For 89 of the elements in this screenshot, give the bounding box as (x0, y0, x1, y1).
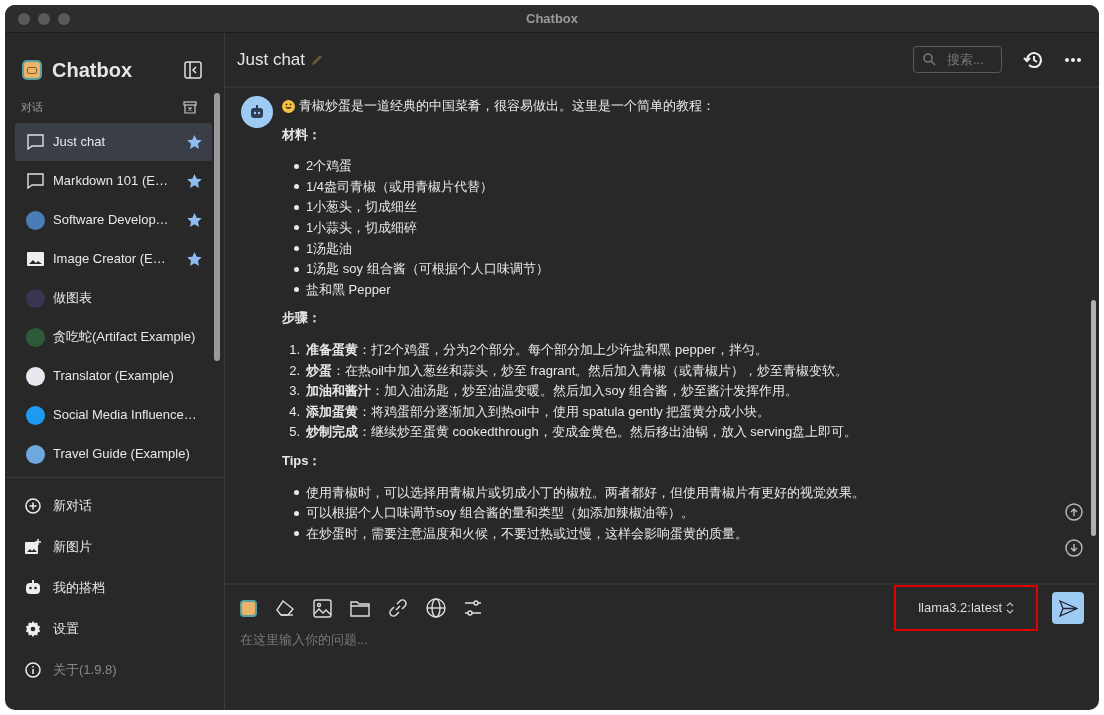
list-number: 1. (288, 340, 301, 359)
chat-bubble-icon (26, 173, 44, 189)
menu-item[interactable]: 新图片 (5, 526, 224, 567)
sidebar-scrollbar[interactable] (214, 93, 220, 361)
bullet-icon (294, 225, 299, 231)
conversation-item[interactable]: Translator (Example) (15, 357, 212, 395)
list-item-text: 1小葱头，切成细丝 (306, 198, 418, 217)
list-item-text: 炒蛋：在热oil中加入葱丝和蒜头，炒至 fragrant。然后加入青椒（或青椒片），炒至青椒变软。 (306, 361, 849, 380)
bullet-icon (294, 531, 299, 537)
smiley-icon (282, 99, 295, 113)
star-icon[interactable] (187, 213, 202, 227)
link-icon[interactable] (388, 598, 408, 618)
conversation-item[interactable]: Just chat (15, 123, 212, 161)
list-item-text: 2个鸡蛋 (306, 157, 353, 176)
bullet-icon (294, 490, 299, 495)
list-item-text: 可以根据个人口味调节soy 组合酱的量和类型（如添加辣椒油等）。 (306, 504, 694, 523)
list-item-text: 在炒蛋时，需要注意温度和火候，不要过热或过慢，这样会影响蛋黄的质量。 (306, 524, 748, 543)
history-icon[interactable] (1023, 50, 1043, 69)
star-icon[interactable] (187, 135, 202, 149)
section-heading: Tips： (282, 451, 323, 470)
conversation-item[interactable]: Image Creator (E… (15, 240, 212, 278)
plus-circle-icon (25, 497, 41, 514)
message-text: 青椒炒蛋是一道经典的中国菜肴，很容易做出。这里是一个简单的教程： (299, 97, 715, 115)
menu-item[interactable]: 设置 (5, 608, 224, 649)
send-icon (1058, 599, 1078, 617)
list-item-text: 准备蛋黄：打2个鸡蛋，分为2个部分。每个部分加上少许盐和黑 pepper，拌匀。 (306, 340, 768, 359)
send-button[interactable] (1052, 592, 1084, 624)
chat-bubble-icon (26, 134, 44, 150)
list-item-text: 盐和黑 Pepper (306, 280, 391, 299)
image-icon[interactable] (313, 598, 332, 618)
section-heading: 步骤： (282, 309, 322, 328)
bullet-icon (294, 287, 299, 293)
list-number: 2. (288, 361, 301, 380)
bullet-icon (294, 163, 299, 169)
app-logo-icon[interactable] (240, 599, 257, 617)
clear-archive-icon[interactable] (183, 100, 197, 114)
list-number: 4. (288, 402, 301, 421)
star-icon[interactable] (187, 174, 202, 188)
conversation-item[interactable]: Markdown 101 (E… (15, 162, 212, 200)
list-item-text: 使用青椒时，可以选择用青椒片或切成小丁的椒粒。两者都好，但使用青椒片有更好的视觉效果。 (306, 483, 865, 502)
search-field[interactable]: 搜索... (913, 46, 1002, 73)
bullet-icon (294, 184, 299, 190)
conversation-item[interactable]: Travel Guide (Example) (15, 435, 212, 473)
list-item-text: 1汤匙 soy 组合酱（可根据个人口味调节） (306, 260, 549, 279)
chat-title: Just chat (237, 48, 306, 71)
message-input[interactable]: 在这里输入你的问题... (240, 630, 1084, 690)
picture-icon (26, 252, 44, 266)
settings-icon (25, 620, 41, 637)
bullet-icon (294, 266, 299, 272)
list-item-text: 1小蒜头，切成细碎 (306, 218, 418, 237)
add-picture-icon (25, 538, 41, 555)
list-number: 5. (288, 423, 301, 442)
menu-item[interactable]: 新对话 (5, 485, 224, 526)
list-item-text: 加油和酱汁：加入油汤匙，炒至油温变暖。然后加入soy 组合酱，炒至酱汁发挥作用。 (306, 382, 798, 401)
info-icon (25, 661, 41, 678)
list-item-text: 添加蛋黄：将鸡蛋部分逐渐加入到热oil中，使用 spatula gently 把蛋黄分成小块。 (306, 402, 771, 421)
robot-icon (25, 580, 41, 595)
assistant-avatar (241, 96, 273, 128)
collapse-sidebar-icon[interactable] (184, 61, 202, 79)
list-item-text: 1汤匙油 (306, 239, 353, 258)
star-icon[interactable] (187, 252, 202, 266)
chevron-up-down-icon (1006, 602, 1014, 614)
app-logo-icon (22, 60, 42, 80)
scroll-down-icon[interactable] (1065, 539, 1083, 557)
menu-item[interactable]: 关于(1.9.8) (5, 649, 224, 690)
sliders-icon[interactable] (464, 599, 482, 617)
list-item-text: 1/4盎司青椒（或用青椒片代替） (306, 177, 494, 196)
bullet-icon (294, 510, 299, 516)
conversation-item[interactable]: 贪吃蛇(Artifact Example) (15, 318, 212, 356)
bullet-icon (294, 246, 299, 252)
section-label: 对话 (21, 99, 43, 115)
more-icon[interactable] (1065, 57, 1081, 62)
messages-scrollbar[interactable] (1091, 300, 1096, 536)
section-heading: 材料： (282, 125, 322, 144)
scroll-up-icon[interactable] (1065, 503, 1083, 521)
conversation-item[interactable]: 做图表 (15, 279, 212, 317)
list-item-text: 炒制完成：继续炒至蛋黄 cookedthrough，变成金黄色。然后移出油锅，放入 serving盘上即可。 (306, 423, 858, 442)
app-name: Chatbox (52, 58, 132, 83)
search-icon (923, 53, 936, 66)
menu-item[interactable]: 我的搭档 (5, 567, 224, 608)
globe-icon[interactable] (426, 598, 446, 618)
conversation-item[interactable]: Software Develop… (15, 201, 212, 239)
list-number: 3. (288, 382, 301, 401)
model-selector[interactable]: llama3.2:latest (894, 585, 1038, 631)
window-title: Chatbox (526, 9, 578, 28)
bullet-icon (294, 204, 299, 210)
conversation-item[interactable]: Social Media Influence… (15, 396, 212, 434)
folder-icon[interactable] (350, 599, 370, 617)
eraser-icon[interactable] (275, 599, 295, 617)
